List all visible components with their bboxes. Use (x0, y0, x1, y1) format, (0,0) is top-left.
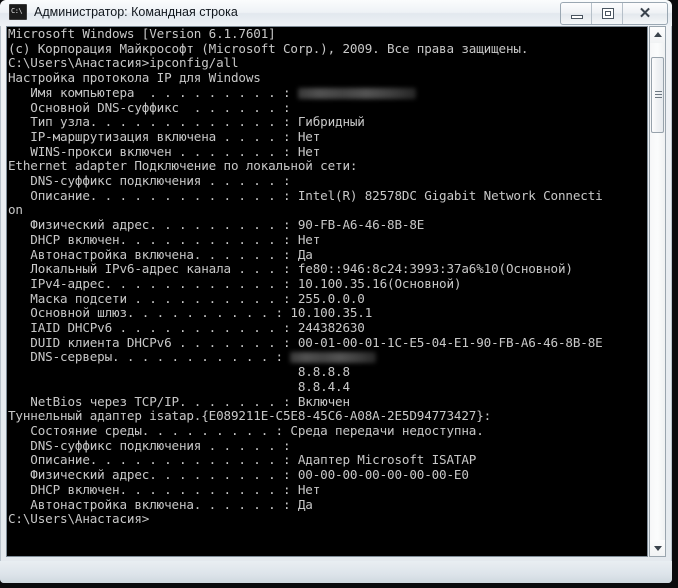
maximize-icon (602, 8, 614, 19)
console-line: (c) Корпорация Майкрософт (Microsoft Cor… (8, 40, 529, 56)
console-line: DNS-суффикс подключения . . . . . : (8, 437, 298, 453)
console-line: Состояние среды. . . . . . . . . : Среда… (8, 422, 484, 438)
chevron-down-icon (654, 546, 662, 551)
console-line: Маска подсети . . . . . . . . . . : 255.… (8, 290, 365, 306)
console-scrollbar[interactable] (649, 26, 666, 557)
window-titlebar[interactable]: Администратор: Командная строка ✕ (0, 0, 672, 26)
minimize-icon (571, 15, 583, 19)
window-caption-buttons[interactable]: ✕ (560, 2, 668, 25)
scrollbar-grip-icon (655, 91, 662, 100)
chevron-up-icon (654, 32, 662, 37)
scroll-up-button[interactable] (650, 27, 665, 43)
scroll-down-button[interactable] (650, 540, 665, 556)
console-line: Microsoft Windows [Version 6.1.7601] (8, 26, 276, 41)
console-line: 8.8.4.4 (8, 378, 350, 394)
console-line: Автонастройка включена. . . . . . : Да (8, 246, 313, 262)
maximize-button[interactable] (592, 3, 623, 24)
console-line: NetBios через TCP/IP. . . . . . . : Вклю… (8, 393, 350, 409)
console-line: WINS-прокси включен . . . . . . . : Нет (8, 143, 321, 159)
console-line: Описание. . . . . . . . . . . . . : Адап… (8, 452, 477, 468)
minimize-button[interactable] (561, 3, 592, 24)
console-line: Имя компьютера . . . . . . . . . : (8, 85, 647, 101)
console-line: on (8, 202, 23, 218)
console-line: Ethernet adapter Подключение по локально… (8, 158, 358, 174)
console-line: Описание. . . . . . . . . . . . . : Inte… (8, 187, 603, 203)
console-line: DUID клиента DHCPv6 . . . . . . . : 00-0… (8, 334, 603, 350)
console-line: C:\Users\Анастасия> (8, 511, 150, 527)
command-prompt-window: Администратор: Командная строка ✕ Micros… (0, 0, 672, 583)
console-line: Основной шлюз. . . . . . . . . . : 10.10… (8, 305, 373, 321)
titlebar-left-group: Администратор: Командная строка (9, 4, 238, 20)
console-line: IP-маршрутизация включена . . . . : Нет (8, 128, 321, 144)
console-line: DNS-серверы. . . . . . . . . . . : (8, 350, 647, 365)
console-line: DNS-суффикс подключения . . . . . : (8, 173, 298, 189)
close-icon: ✕ (638, 5, 652, 22)
console-line: Физический адрес. . . . . . . . . : 00-0… (8, 467, 469, 483)
window-bottom-frame (0, 561, 672, 583)
redacted-dns-server (290, 352, 377, 364)
close-button[interactable]: ✕ (623, 3, 667, 24)
command-prompt-icon (9, 4, 27, 20)
console-line: IAID DHCPv6 . . . . . . . . . . . : 2443… (8, 320, 365, 336)
console-line: Автонастройка включена. . . . . . : Да (8, 496, 313, 512)
console-line: 8.8.8.8 (8, 364, 350, 380)
console-line: Туннельный адаптер isatap.{E089211E-C5E8… (8, 408, 492, 424)
console-line: Основной DNS-суффикс . . . . . . : (8, 99, 298, 115)
console-line: Физический адрес. . . . . . . . . : 90-F… (8, 217, 425, 233)
console-line: Настройка протокола IP для Windows (8, 70, 261, 86)
console-line: DHCP включен. . . . . . . . . . . : Нет (8, 231, 321, 247)
console-line: C:\Users\Анастасия>ipconfig/all (8, 55, 239, 71)
console-output-area[interactable]: Microsoft Windows [Version 6.1.7601] (c) … (6, 26, 648, 557)
window-title: Администратор: Командная строка (34, 5, 238, 19)
scrollbar-thumb[interactable] (651, 57, 664, 133)
redacted-computer-name (297, 87, 416, 99)
console-line: Тип узла. . . . . . . . . . . . . : Гибр… (8, 114, 365, 130)
console-text: Microsoft Windows [Version 6.1.7601] (c) … (8, 26, 647, 527)
console-line: Локальный IPv6-адрес канала . . . : fe80… (8, 261, 573, 277)
console-line: DHCP включен. . . . . . . . . . . : Нет (8, 481, 321, 497)
console-line: IPv4-адрес. . . . . . . . . . . . : 10.1… (8, 275, 462, 291)
